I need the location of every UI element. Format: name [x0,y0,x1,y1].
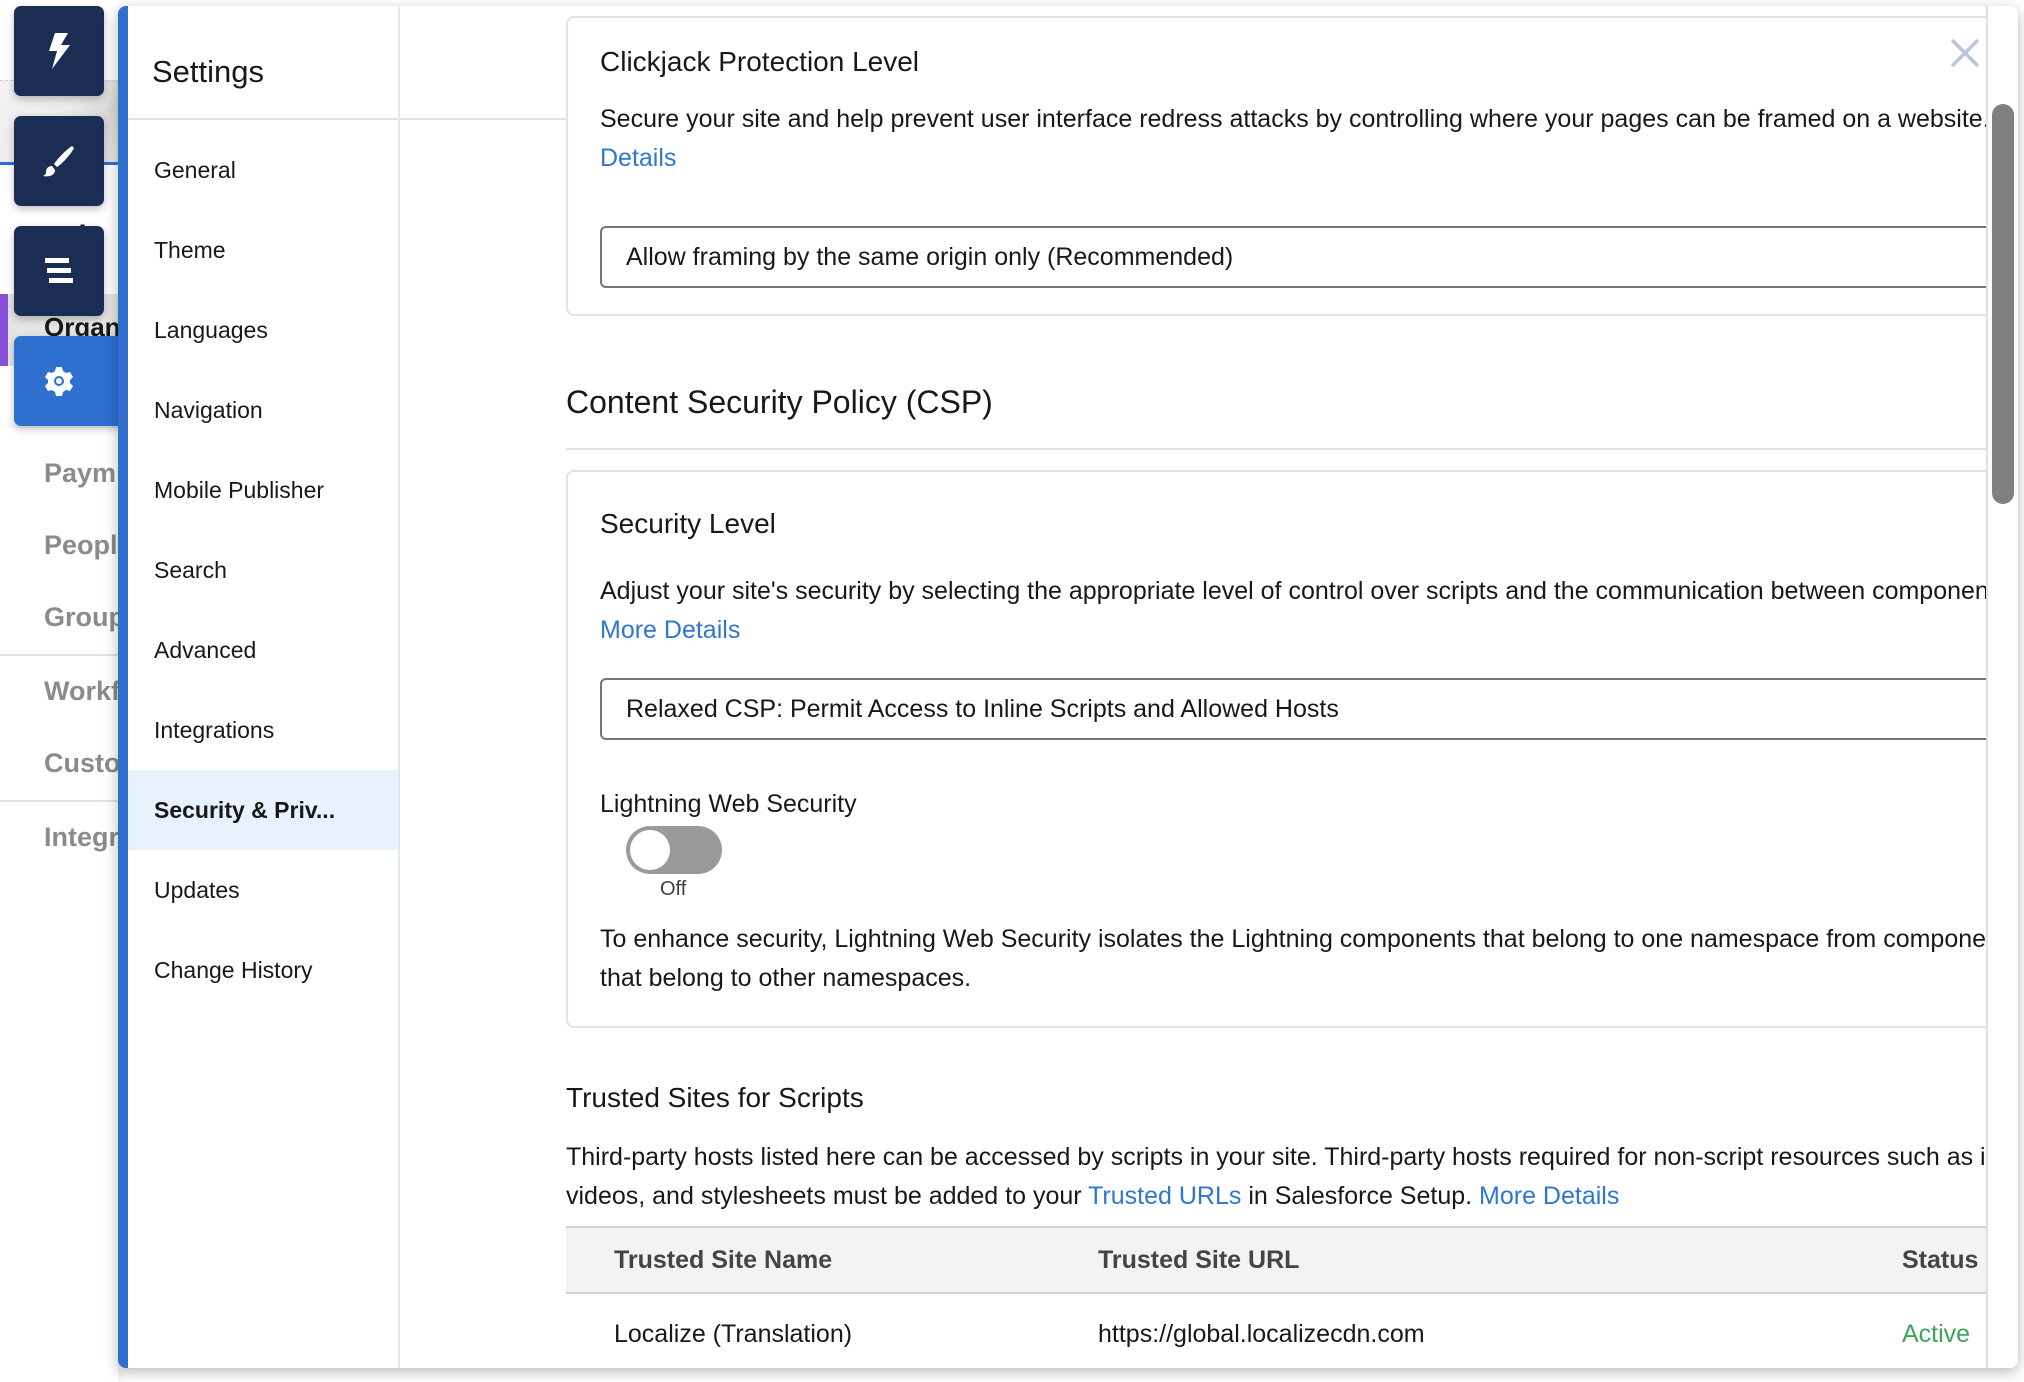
gear-icon [45,367,73,396]
toggle-knob [630,830,670,870]
background-nav-panel: Paym Peopl Group Workf Custo Integr [0,428,118,1382]
nav-item-general[interactable]: General [128,130,398,210]
clickjack-level-select[interactable]: Allow framing by the same origin only (R… [600,226,1986,288]
security-level-selected-option: Relaxed CSP: Permit Access to Inline Scr… [626,694,1339,723]
lws-description: To enhance security, Lightning Web Secur… [600,925,1986,992]
lightning-icon [49,33,70,69]
trusted-sites-description: Third-party hosts listed here can be acc… [566,1138,1986,1216]
background-nav-item[interactable]: Custo [44,748,118,779]
settings-content: Clickjack Protection Level Secure your s… [400,6,1986,1368]
background-purple-marker [0,294,8,366]
trusted-sites-table: Trusted Site Name Trusted Site URL Statu… [566,1226,1986,1368]
background-nav-divider [0,800,118,802]
column-header-name[interactable]: Trusted Site Name [614,1246,832,1275]
modal-accent-stripe [118,6,128,1368]
security-level-description: Adjust your site's security by selecting… [600,572,1986,650]
security-level-more-details-link[interactable]: More Details [600,616,740,644]
settings-nav: General Theme Languages Navigation Mobil… [128,130,398,1010]
clickjack-card: Clickjack Protection Level Secure your s… [566,16,1986,316]
close-icon [1950,38,1980,68]
csp-section-title: Content Security Policy (CSP) [566,384,993,420]
table-row: Localize (Translation) https://global.lo… [566,1294,1986,1368]
security-level-title: Security Level [600,508,776,539]
trusted-urls-link[interactable]: Trusted URLs [1088,1182,1241,1210]
menu-lines-icon [45,258,73,283]
nav-item-security-privacy[interactable]: Security & Priv... [128,770,398,850]
background-nav-item[interactable]: Paym [44,458,118,489]
status-badge: Active [1902,1320,1971,1348]
background-nav-item[interactable]: Group [44,602,118,633]
nav-item-navigation[interactable]: Navigation [128,370,398,450]
clickjack-selected-option: Allow framing by the same origin only (R… [626,242,1234,271]
column-header-status[interactable]: Status [1902,1246,1978,1275]
table-header: Trusted Site Name Trusted Site URL Statu… [566,1226,1986,1294]
trusted-sites-more-details-link[interactable]: More Details [1479,1182,1619,1210]
clickjack-description-text: Secure your site and help prevent user i… [600,105,1986,133]
background-nav-item[interactable]: Workf [44,676,118,707]
paintbrush-icon [43,146,74,177]
trusted-site-url: https://global.localizecdn.com [1098,1320,1425,1348]
csp-section-divider [566,448,1986,450]
trusted-sites-description-text-2: in Salesforce Setup. [1241,1182,1480,1210]
trusted-site-name: Localize (Translation) [614,1320,853,1348]
lws-label: Lightning Web Security [600,790,857,818]
close-button[interactable] [1948,36,1982,70]
theme-tile-button[interactable] [14,116,104,206]
pages-tile-button[interactable] [14,226,104,316]
scrollbar-thumb[interactable] [1992,104,2014,504]
nav-item-search[interactable]: Search [128,530,398,610]
nav-item-languages[interactable]: Languages [128,290,398,370]
settings-title: Settings [152,54,265,89]
security-level-description-text: Adjust your site's security by selecting… [600,577,1986,605]
settings-modal: Settings General Theme Languages Navigat… [118,6,2018,1368]
column-header-url[interactable]: Trusted Site URL [1098,1246,1299,1275]
nav-item-mobile-publisher[interactable]: Mobile Publisher [128,450,398,530]
settings-tile-button[interactable] [14,336,134,426]
trusted-sites-title: Trusted Sites for Scripts [566,1082,864,1113]
nav-item-advanced[interactable]: Advanced [128,610,398,690]
nav-item-theme[interactable]: Theme [128,210,398,290]
security-level-select[interactable]: Relaxed CSP: Permit Access to Inline Scr… [600,678,1986,740]
background-nav-item[interactable]: Integr [44,822,118,853]
security-level-card: Security Level Adjust your site's securi… [566,470,1986,1028]
lws-toggle[interactable] [626,826,722,874]
background-nav-item[interactable]: Peopl [44,530,118,561]
nav-item-updates[interactable]: Updates [128,850,398,930]
lightning-tile-button[interactable] [14,6,104,96]
nav-item-change-history[interactable]: Change History [128,930,398,1010]
lws-toggle-state: Off [660,878,687,900]
clickjack-description: Secure your site and help prevent user i… [600,100,1986,178]
nav-item-integrations[interactable]: Integrations [128,690,398,770]
background-nav-divider [0,654,118,656]
clickjack-title: Clickjack Protection Level [600,46,920,77]
scrollbar-track [1986,6,1988,1368]
